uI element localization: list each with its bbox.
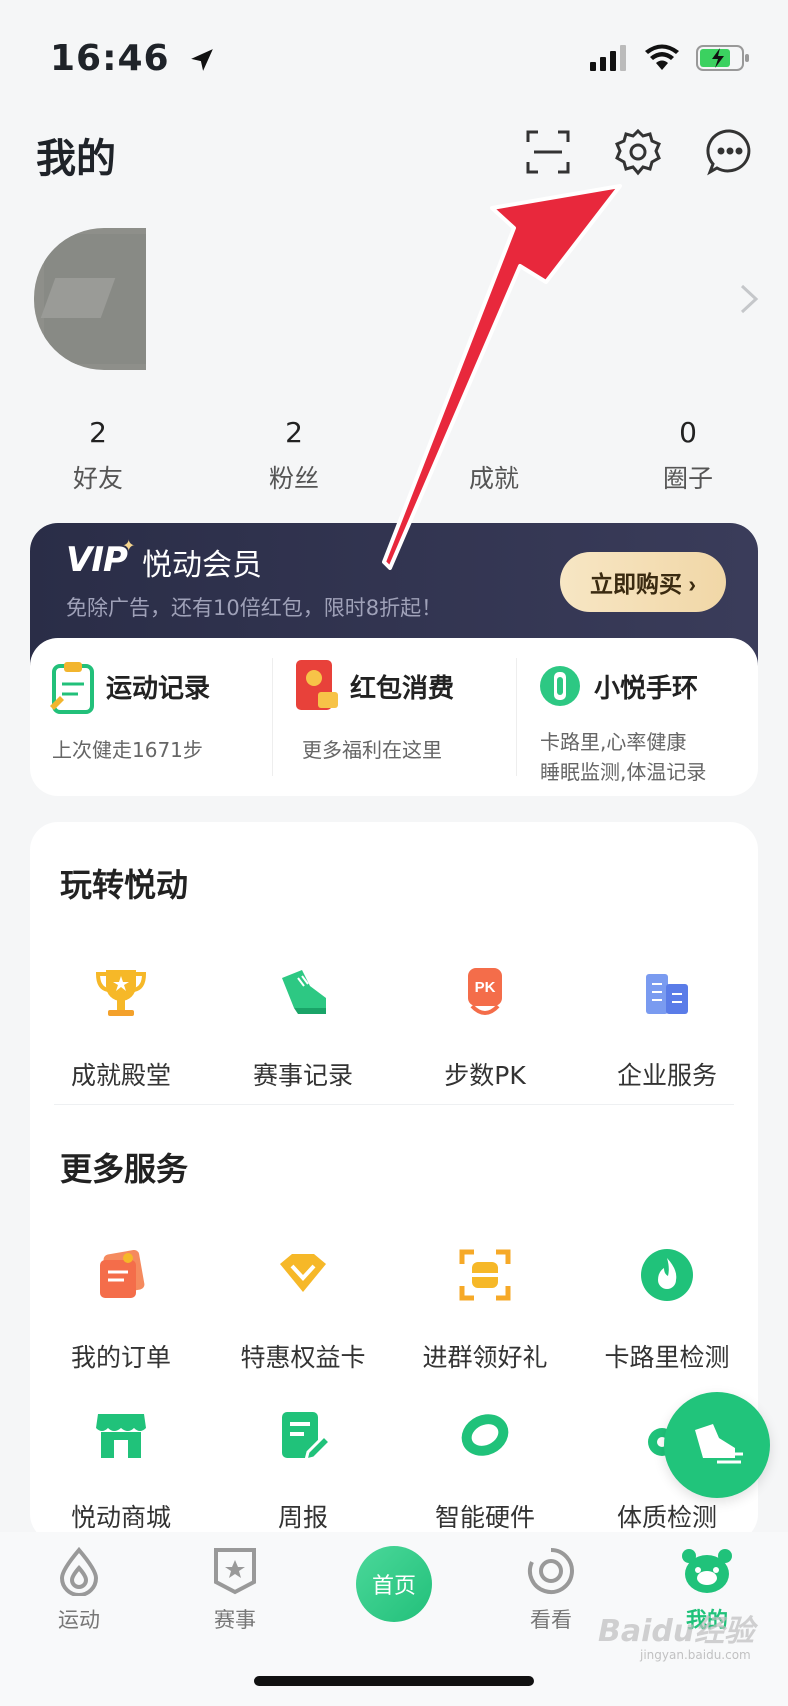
clipboard-icon [50,662,94,714]
grid-item-mall[interactable]: 悦动商城 [30,1400,212,1534]
section-title-more: 更多服务 [60,1150,189,1188]
grid-item-label: 进群领好礼 [422,1343,548,1372]
grid-item-label: 企业服务 [616,1061,717,1090]
annotation-arrow-icon [382,184,622,570]
section-title-play: 玩转悦动 [60,866,189,904]
svg-text:PK: PK [475,979,496,996]
report-edit-icon [282,1412,332,1463]
vip-subtitle: 免除广告，还有10倍红包，限时8折起！ [66,596,443,620]
building-icon [646,974,688,1014]
vip-logo: VIP [66,540,128,580]
diamond-icon [280,1254,326,1292]
grid-item-label: 体质检测 [616,1503,717,1532]
section-divider [54,1104,734,1105]
chevron-right-icon[interactable] [738,282,760,320]
stat-label: 好友 [72,464,123,493]
divider [516,658,517,776]
services-card: 玩转悦动 成就殿堂 赛事记录 PK 步数PK 企业服务 更多服务 我的订单 特惠… [30,822,758,1542]
stat-fans[interactable]: 2 粉丝 [234,416,354,495]
watermark-url: jingyan.baidu.com [640,1648,751,1662]
home-indicator [254,1676,534,1686]
stat-friends[interactable]: 2 好友 [38,416,158,495]
wifi-icon [645,44,679,70]
tab-label: 运动 [58,1608,100,1632]
band-icon [540,666,580,706]
bracelet-icon [461,1414,509,1456]
quick-item-subtitle: 卡路里,心率健康 [540,730,687,754]
grid-item-event-records[interactable]: 赛事记录 [212,958,394,1092]
quick-access-card: 运动记录 上次健走1671步 红包消费 更多福利在这里 小悦手环 卡路里,心率健… [30,638,758,796]
vip-title: 悦动会员 [142,548,262,583]
grid-item-smart-hardware[interactable]: 智能硬件 [394,1400,576,1534]
grid-item-label: 成就殿堂 [70,1061,171,1090]
grid-item-join-group[interactable]: 进群领好礼 [394,1240,576,1374]
ring-icon [528,1548,574,1594]
quick-item-subtitle: 睡眠监测,体温记录 [540,760,707,784]
trophy-icon [95,970,147,1016]
quick-item-title: 小悦手环 [594,674,699,704]
sneaker-icon [282,970,326,1014]
tab-home-button[interactable]: 首页 [356,1546,432,1622]
quick-item-title: 运动记录 [106,674,211,704]
battery-icon [696,45,749,71]
grid-item-label: 步数PK [444,1061,526,1090]
start-workout-fab[interactable] [664,1392,770,1498]
scan-group-icon [459,1249,511,1301]
quick-item-exercise-record[interactable]: 运动记录 上次健走1671步 [30,638,270,796]
quick-item-title: 红包消费 [350,674,455,704]
running-shoe-icon [695,1424,743,1464]
divider [272,658,273,776]
signal-icon [590,45,626,71]
quick-item-red-packet[interactable]: 红包消费 更多福利在这里 [274,638,514,796]
grid-item-my-orders[interactable]: 我的订单 [30,1240,212,1374]
stat-label: 粉丝 [268,464,319,493]
status-icons [590,44,750,72]
grid-item-benefit-card[interactable]: 特惠权益卡 [212,1240,394,1374]
grid-item-label: 智能硬件 [434,1503,535,1532]
status-time: 16:46 [50,38,215,79]
message-button[interactable] [702,124,758,180]
tab-label: 看看 [530,1608,572,1632]
scan-icon [526,130,570,174]
grid-item-label: 周报 [277,1503,328,1532]
red-envelope-icon [296,660,338,710]
sparkle-icon: ✦ [122,536,136,555]
quick-item-band[interactable]: 小悦手环 卡路里,心率健康 睡眠监测,体温记录 [518,638,758,796]
location-arrow-icon [191,49,213,71]
stat-value: 2 [89,416,107,449]
pk-badge-icon: PK [468,968,502,1015]
order-note-icon [100,1249,145,1298]
stat-circles[interactable]: 0 圈子 [628,416,748,495]
grid-item-weekly-report[interactable]: 周报 [212,1400,394,1534]
badge-star-icon [214,1548,256,1595]
drop-icon [59,1546,99,1597]
tab-exercise[interactable]: 运动 [24,1546,134,1634]
stat-value: 2 [285,416,303,449]
flame-icon [641,1249,693,1301]
grid-item-label: 卡路里检测 [604,1343,730,1372]
store-icon [96,1414,146,1458]
quick-item-subtitle: 上次健走1671步 [52,738,203,762]
tab-browse[interactable]: 看看 [496,1546,606,1634]
grid-item-label: 特惠权益卡 [240,1343,366,1372]
stat-value: 0 [679,416,697,449]
grid-item-calorie-check[interactable]: 卡路里检测 [576,1240,758,1374]
page-title: 我的 [36,136,116,182]
watermark-logo: Baidu经验 [598,1614,755,1649]
grid-item-label: 悦动商城 [70,1503,171,1532]
stat-label: 圈子 [662,464,713,493]
chat-bubble-icon [706,129,751,176]
grid-item-label: 我的订单 [70,1343,171,1372]
tab-events[interactable]: 赛事 [180,1546,290,1634]
grid-item-label: 赛事记录 [252,1061,353,1090]
bear-face-icon [682,1549,732,1593]
grid-item-step-pk[interactable]: PK 步数PK [394,958,576,1092]
grid-item-enterprise-service[interactable]: 企业服务 [576,958,758,1092]
avatar[interactable] [34,228,146,370]
grid-item-achievement-hall[interactable]: 成就殿堂 [30,958,212,1092]
tab-label: 赛事 [214,1608,256,1632]
quick-item-subtitle: 更多福利在这里 [302,738,442,762]
